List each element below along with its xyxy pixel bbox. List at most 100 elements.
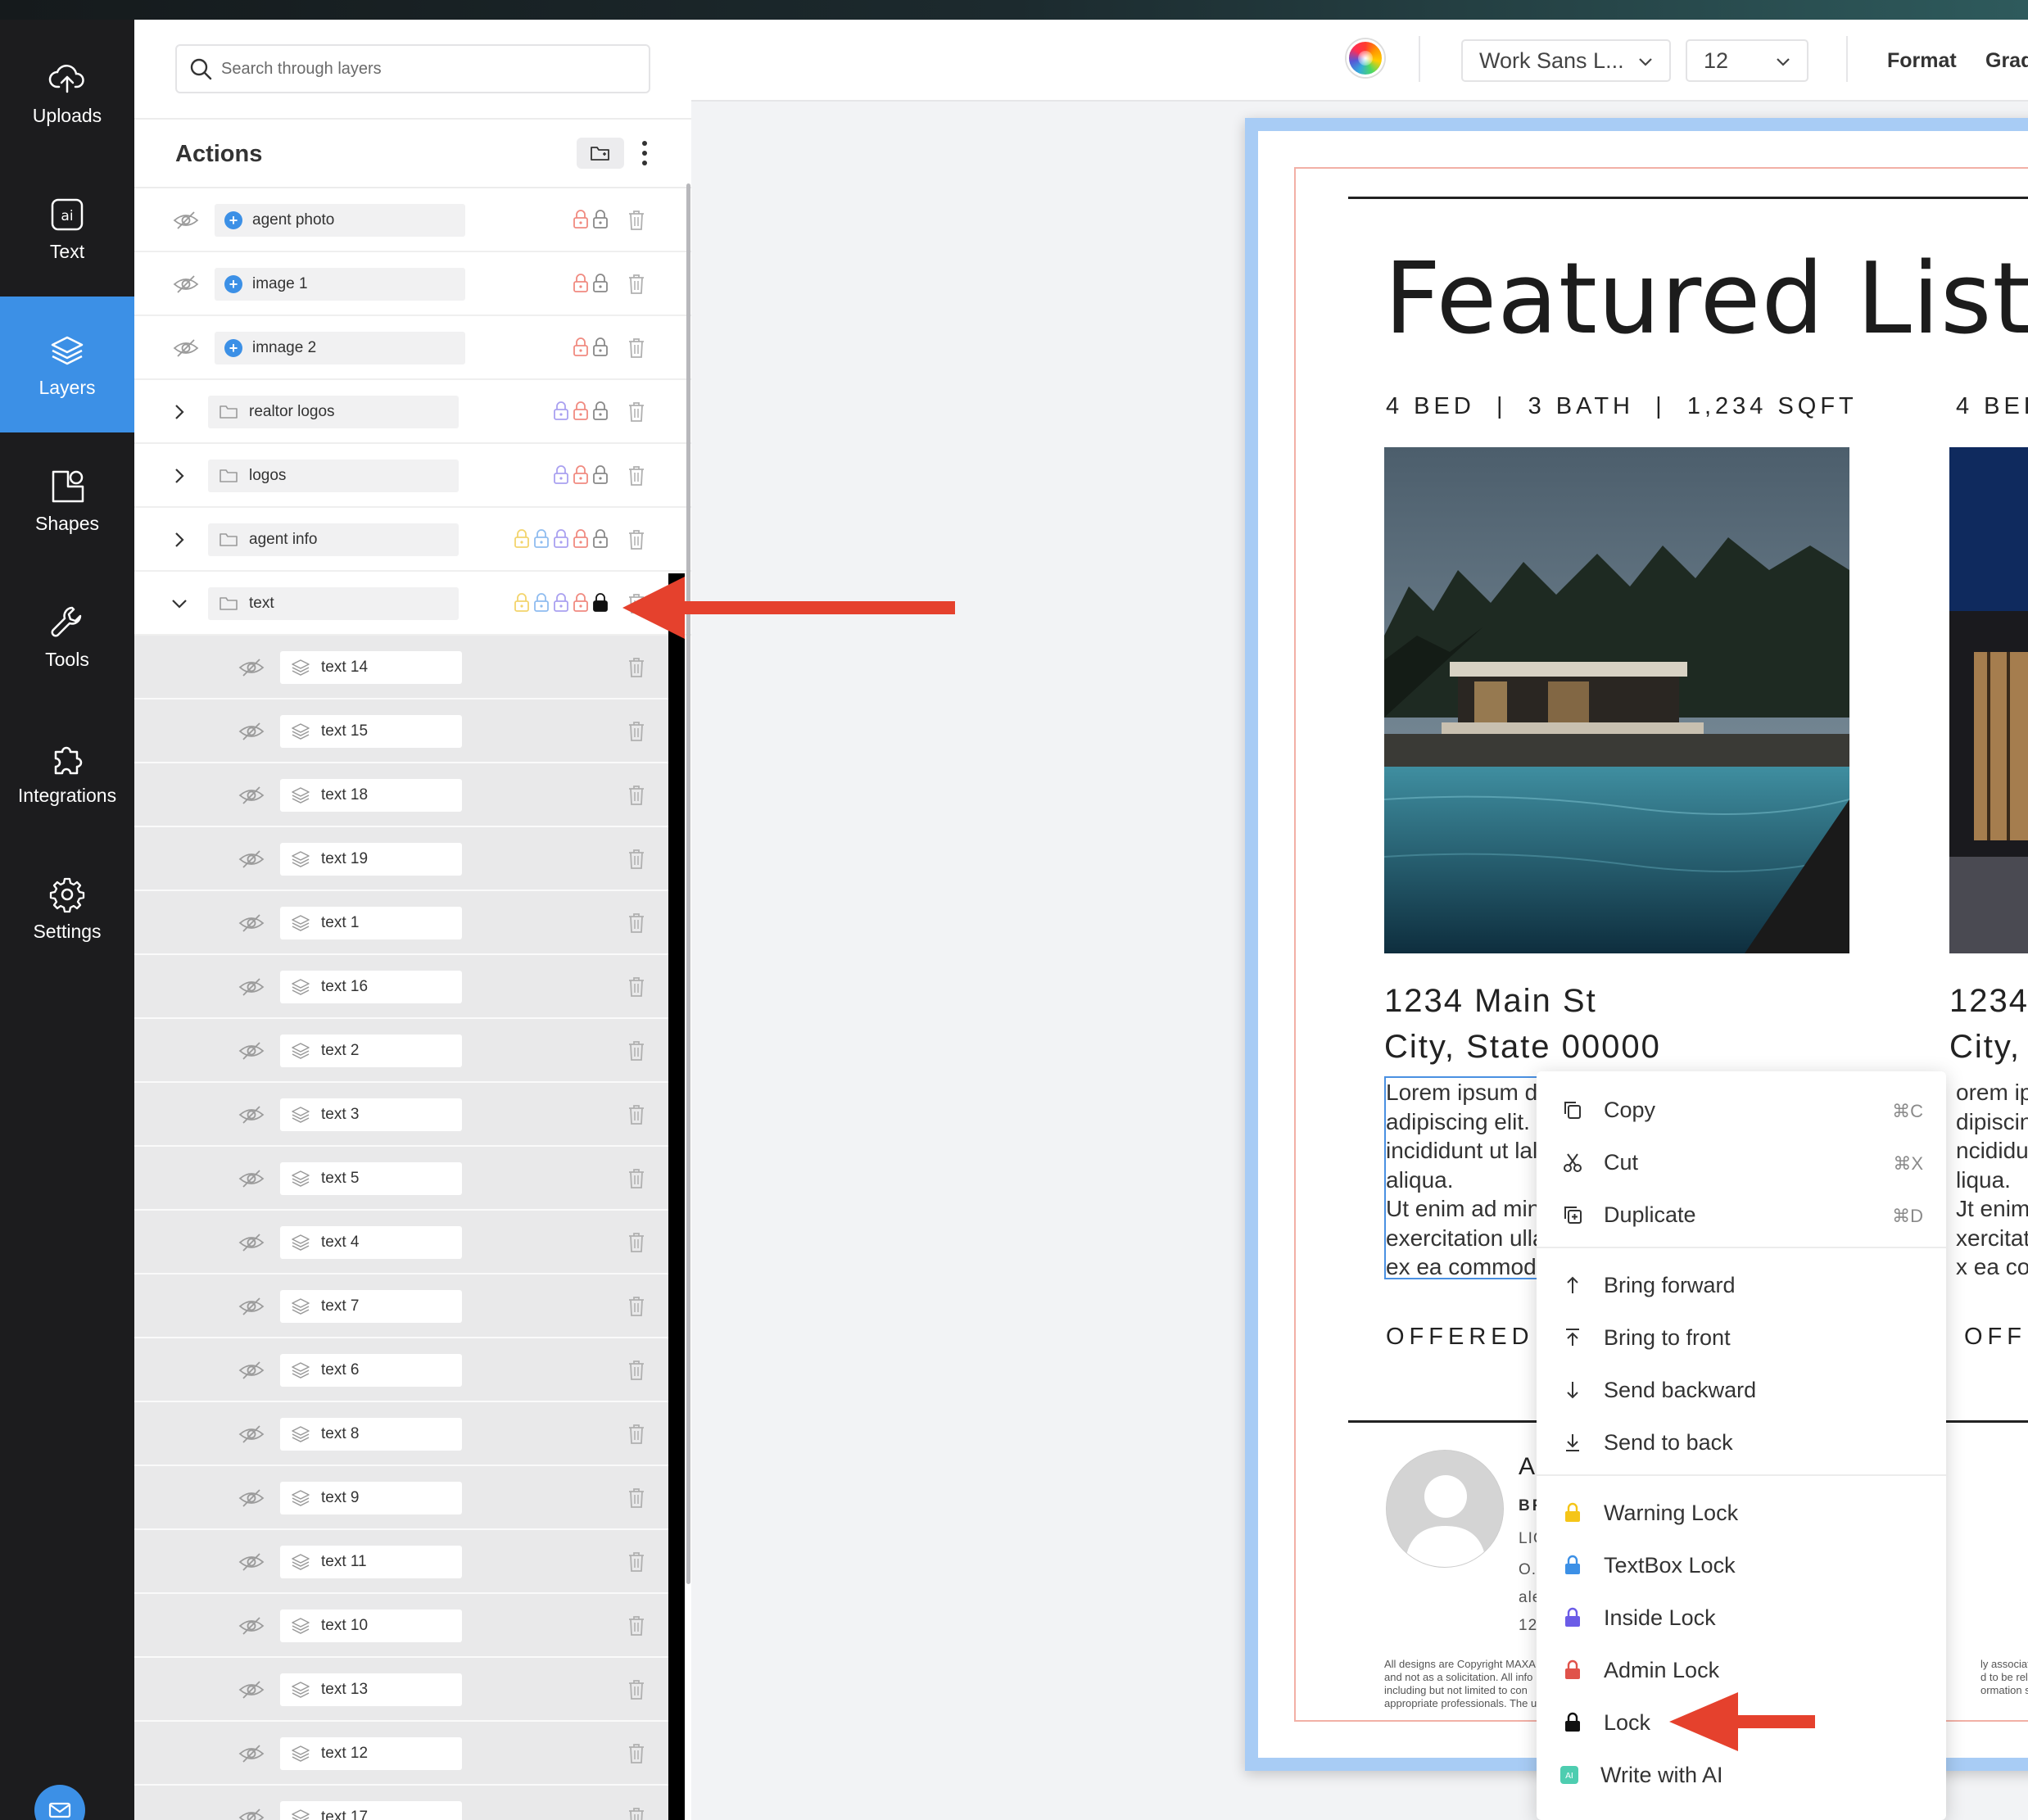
trash-icon[interactable] bbox=[626, 655, 647, 680]
menu-item-send-to-back[interactable]: Send to back bbox=[1537, 1417, 1946, 1468]
layer-row-child[interactable]: text 9 bbox=[134, 1466, 668, 1530]
lock-icon[interactable] bbox=[572, 272, 590, 295]
chevron-right-icon[interactable] bbox=[167, 464, 192, 488]
listing-photo-1[interactable] bbox=[1384, 447, 1849, 953]
lock-icon[interactable] bbox=[572, 336, 590, 359]
menu-item-cut[interactable]: Cut ⌘X bbox=[1537, 1137, 1946, 1188]
eye-slash-icon[interactable] bbox=[238, 1037, 265, 1065]
lock-icon[interactable] bbox=[572, 591, 590, 614]
menu-item-bring-forward[interactable]: Bring forward bbox=[1537, 1260, 1946, 1311]
layer-row[interactable]: realtor logos bbox=[134, 380, 691, 444]
nav-item-uploads[interactable]: Uploads bbox=[0, 25, 134, 161]
layer-name-field[interactable]: text 19 bbox=[280, 843, 462, 876]
layer-row[interactable]: + imnage 2 bbox=[134, 316, 691, 380]
lock-icon[interactable] bbox=[532, 527, 550, 550]
layer-row-child[interactable]: text 2 bbox=[134, 1019, 668, 1083]
lock-icon[interactable] bbox=[572, 208, 590, 231]
lock-icon[interactable] bbox=[552, 400, 570, 423]
lock-icon[interactable] bbox=[572, 527, 590, 550]
color-picker-button[interactable] bbox=[1347, 39, 1384, 77]
nav-item-integrations[interactable]: Integrations bbox=[0, 704, 134, 840]
trash-icon[interactable] bbox=[626, 1805, 647, 1820]
layer-name-field[interactable]: text 5 bbox=[280, 1162, 462, 1195]
trash-icon[interactable] bbox=[626, 1166, 647, 1191]
lock-icon[interactable] bbox=[591, 400, 609, 423]
eye-slash-icon[interactable] bbox=[238, 1420, 265, 1448]
eye-slash-icon[interactable] bbox=[172, 334, 200, 362]
layer-row-child[interactable]: text 12 bbox=[134, 1722, 668, 1786]
nav-item-text[interactable]: ai Text bbox=[0, 161, 134, 297]
eye-slash-icon[interactable] bbox=[172, 206, 200, 234]
eye-slash-icon[interactable] bbox=[238, 654, 265, 681]
layer-row-child[interactable]: text 4 bbox=[134, 1211, 668, 1274]
lock-icon[interactable] bbox=[513, 591, 531, 614]
lock-icon[interactable] bbox=[552, 591, 570, 614]
layer-name-field[interactable]: text 7 bbox=[280, 1290, 462, 1323]
trash-icon[interactable] bbox=[626, 1422, 647, 1446]
eye-slash-icon[interactable] bbox=[172, 270, 200, 298]
trash-icon[interactable] bbox=[626, 975, 647, 999]
layer-row-child[interactable]: text 11 bbox=[134, 1530, 668, 1594]
menu-item-admin-lock[interactable]: Admin Lock bbox=[1537, 1645, 1946, 1695]
layer-name-field[interactable]: + image 1 bbox=[215, 268, 465, 301]
trash-icon[interactable] bbox=[626, 1230, 647, 1255]
nav-item-settings[interactable]: Settings bbox=[0, 840, 134, 976]
offered-at-right[interactable]: OFFER bbox=[1964, 1324, 2028, 1351]
address-left[interactable]: 1234 Main St City, State 00000 bbox=[1384, 978, 1661, 1070]
layer-row-child[interactable]: text 16 bbox=[134, 955, 668, 1019]
disclaimer-right[interactable]: ly associated wi d to be reliable ormati… bbox=[1980, 1658, 2028, 1697]
layer-name-field[interactable]: text 14 bbox=[280, 651, 462, 684]
eye-slash-icon[interactable] bbox=[238, 1548, 265, 1576]
layer-row-child[interactable]: text 6 bbox=[134, 1338, 668, 1402]
layer-row[interactable]: logos bbox=[134, 444, 691, 508]
eye-slash-icon[interactable] bbox=[238, 781, 265, 809]
format-button[interactable]: Format bbox=[1887, 49, 1957, 73]
trash-icon[interactable] bbox=[626, 464, 647, 488]
layer-row[interactable]: + image 1 bbox=[134, 252, 691, 316]
trash-icon[interactable] bbox=[626, 719, 647, 744]
lock-icon[interactable] bbox=[552, 464, 570, 487]
layer-name-field[interactable]: text 6 bbox=[280, 1354, 462, 1387]
layer-row[interactable]: agent info bbox=[134, 508, 691, 572]
trash-icon[interactable] bbox=[626, 272, 647, 297]
trash-icon[interactable] bbox=[626, 336, 647, 360]
layer-row-child[interactable]: text 7 bbox=[134, 1274, 668, 1338]
eye-slash-icon[interactable] bbox=[238, 1676, 265, 1704]
layer-name-field[interactable]: text 18 bbox=[280, 779, 462, 812]
layer-row-child[interactable]: text 8 bbox=[134, 1402, 668, 1466]
layer-name-field[interactable]: text 10 bbox=[280, 1609, 462, 1642]
eye-slash-icon[interactable] bbox=[238, 909, 265, 937]
chevron-down-icon[interactable] bbox=[167, 591, 192, 616]
layer-row-child[interactable]: text 17 bbox=[134, 1786, 668, 1820]
layer-name-field[interactable]: text 4 bbox=[280, 1226, 462, 1259]
layer-name-field[interactable]: realtor logos bbox=[208, 396, 459, 428]
layer-name-field[interactable]: text 15 bbox=[280, 715, 462, 748]
menu-item-warning-lock[interactable]: Warning Lock bbox=[1537, 1487, 1946, 1538]
trash-icon[interactable] bbox=[626, 1486, 647, 1510]
menu-item-write-with-ai[interactable]: AI Write with AI bbox=[1537, 1750, 1946, 1800]
layer-row-child[interactable]: text 10 bbox=[134, 1594, 668, 1658]
layer-name-field[interactable]: text 8 bbox=[280, 1418, 462, 1451]
layer-name-field[interactable]: text bbox=[208, 587, 459, 620]
eye-slash-icon[interactable] bbox=[238, 1229, 265, 1256]
eye-slash-icon[interactable] bbox=[238, 718, 265, 745]
trash-icon[interactable] bbox=[626, 911, 647, 935]
menu-item-bring-to-front[interactable]: Bring to front bbox=[1537, 1312, 1946, 1363]
eye-slash-icon[interactable] bbox=[238, 1740, 265, 1768]
lock-icon[interactable] bbox=[591, 336, 609, 359]
layer-name-field[interactable]: text 3 bbox=[280, 1098, 462, 1131]
layer-name-field[interactable]: text 9 bbox=[280, 1482, 462, 1514]
layer-row-child[interactable]: text 19 bbox=[134, 827, 668, 891]
disclaimer-left[interactable]: All designs are Copyright MAXA and not a… bbox=[1384, 1658, 1537, 1710]
eye-slash-icon[interactable] bbox=[238, 1293, 265, 1320]
layer-name-field[interactable]: + agent photo bbox=[215, 204, 465, 237]
more-options-button[interactable] bbox=[637, 139, 652, 167]
trash-icon[interactable] bbox=[626, 1614, 647, 1638]
layer-row-child[interactable]: text 15 bbox=[134, 699, 668, 763]
listing-title[interactable]: Featured Listin bbox=[1384, 242, 2028, 356]
layer-name-field[interactable]: text 2 bbox=[280, 1035, 462, 1067]
eye-slash-icon[interactable] bbox=[238, 1484, 265, 1512]
lock-icon[interactable] bbox=[572, 464, 590, 487]
address-right[interactable]: 1234 I City, bbox=[1949, 978, 2028, 1070]
stats-right[interactable]: 4 BED bbox=[1956, 393, 2028, 420]
